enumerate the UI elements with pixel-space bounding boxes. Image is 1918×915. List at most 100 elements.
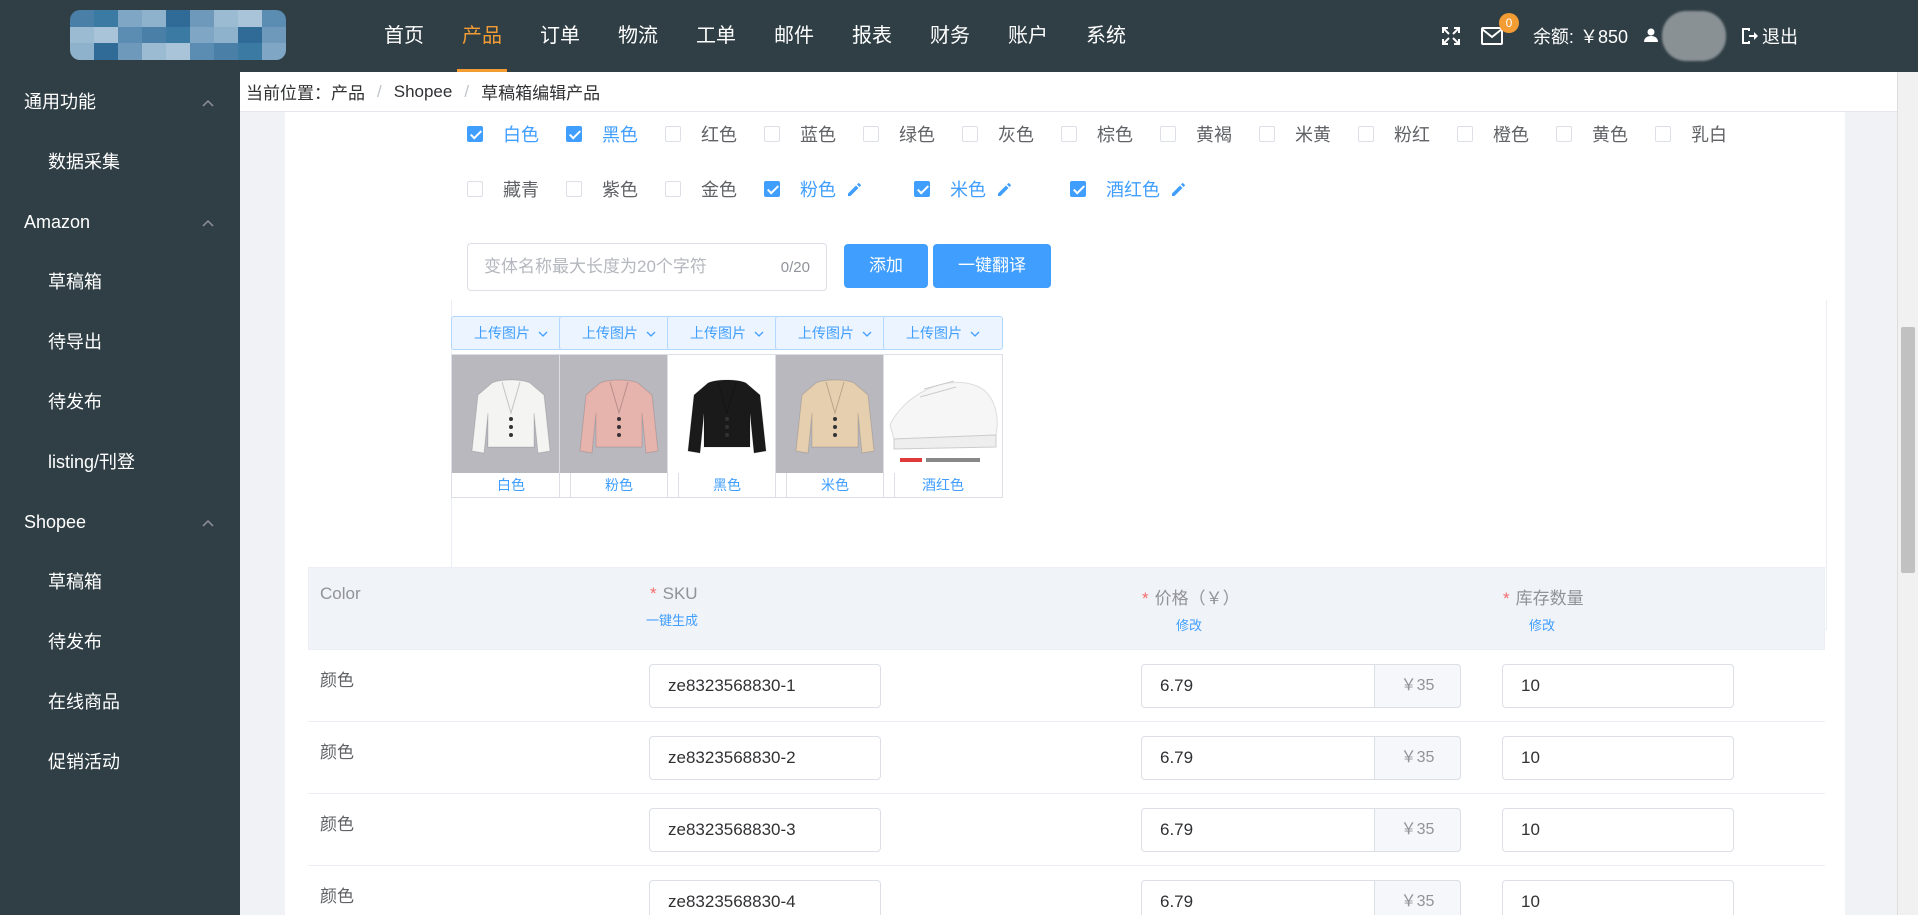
variant-image-card[interactable]: 酒红色 — [883, 354, 1003, 498]
checkbox-box[interactable] — [764, 181, 780, 197]
color-checkbox[interactable]: 黄色 — [1556, 121, 1628, 147]
checkbox-box[interactable] — [1259, 126, 1275, 142]
checkbox-box[interactable] — [1160, 126, 1176, 142]
checkbox-box[interactable] — [1655, 126, 1671, 142]
pencil-icon[interactable] — [846, 180, 864, 198]
sidebar-item[interactable]: 待发布 — [0, 372, 240, 432]
fullscreen-icon[interactable] — [1441, 26, 1461, 46]
sku-input[interactable]: ze8323568830-2 — [649, 736, 881, 780]
nav-item-7[interactable]: 财务 — [911, 0, 989, 72]
color-checkbox[interactable]: 酒红色 — [1070, 176, 1188, 202]
checkbox-box[interactable] — [962, 126, 978, 142]
stock-input[interactable]: 10 — [1502, 736, 1734, 780]
mail-icon[interactable]: 0 — [1480, 13, 1519, 45]
edit-price-link[interactable]: 修改 — [1176, 615, 1240, 634]
upload-image-dropdown[interactable]: 上传图片 — [667, 316, 787, 350]
nav-item-0[interactable]: 首页 — [365, 0, 443, 72]
nav-item-9[interactable]: 系统 — [1067, 0, 1145, 72]
variant-image-card[interactable]: 白色 — [451, 354, 571, 498]
color-checkbox[interactable]: 紫色 — [566, 176, 638, 202]
nav-item-5[interactable]: 邮件 — [755, 0, 833, 72]
color-checkbox[interactable]: 红色 — [665, 121, 737, 147]
price-input[interactable]: 6.79 — [1141, 664, 1375, 708]
checkbox-box[interactable] — [1070, 181, 1086, 197]
sidebar-item[interactable]: 促销活动 — [0, 732, 240, 792]
color-checkbox[interactable]: 棕色 — [1061, 121, 1133, 147]
logout-button[interactable]: 退出 — [1740, 23, 1798, 49]
color-checkbox[interactable]: 粉色 — [764, 176, 864, 202]
variant-name-field[interactable]: 0/20 — [467, 243, 827, 291]
checkbox-box[interactable] — [914, 181, 930, 197]
checkbox-box[interactable] — [467, 126, 483, 142]
sidebar-group[interactable]: 通用功能 — [0, 72, 240, 132]
color-checkbox[interactable]: 白色 — [467, 121, 539, 147]
edit-stock-link[interactable]: 修改 — [1529, 615, 1584, 634]
nav-item-2[interactable]: 订单 — [521, 0, 599, 72]
checkbox-box[interactable] — [566, 181, 582, 197]
color-checkbox[interactable]: 绿色 — [863, 121, 935, 147]
upload-image-dropdown[interactable]: 上传图片 — [775, 316, 895, 350]
sku-input[interactable]: ze8323568830-4 — [649, 880, 881, 915]
variant-name-input[interactable] — [484, 257, 781, 277]
color-checkbox[interactable]: 黄褐 — [1160, 121, 1232, 147]
color-checkbox[interactable]: 米色 — [914, 176, 1014, 202]
sidebar-item[interactable]: listing/刊登 — [0, 432, 240, 492]
translate-button[interactable]: 一键翻译 — [933, 244, 1051, 288]
sku-input[interactable]: ze8323568830-3 — [649, 808, 881, 852]
color-checkbox[interactable]: 橙色 — [1457, 121, 1529, 147]
sidebar-group[interactable]: Amazon — [0, 192, 240, 252]
avatar[interactable] — [1662, 11, 1726, 61]
checkbox-box[interactable] — [665, 126, 681, 142]
checkbox-box[interactable] — [665, 181, 681, 197]
variant-image-card[interactable]: 粉色 — [559, 354, 679, 498]
nav-item-6[interactable]: 报表 — [833, 0, 911, 72]
color-checkbox[interactable]: 藏青 — [467, 176, 539, 202]
scrollbar-thumb[interactable] — [1901, 327, 1915, 573]
color-checkbox[interactable]: 米黄 — [1259, 121, 1331, 147]
checkbox-box[interactable] — [1556, 126, 1572, 142]
pencil-icon[interactable] — [996, 180, 1014, 198]
checkbox-box[interactable] — [863, 126, 879, 142]
upload-image-dropdown[interactable]: 上传图片 — [559, 316, 679, 350]
nav-item-3[interactable]: 物流 — [599, 0, 677, 72]
nav-item-4[interactable]: 工单 — [677, 0, 755, 72]
sidebar-item[interactable]: 待导出 — [0, 312, 240, 372]
variant-image-card[interactable]: 黑色 — [667, 354, 787, 498]
color-checkbox[interactable]: 黑色 — [566, 121, 638, 147]
upload-image-dropdown[interactable]: 上传图片 — [883, 316, 1003, 350]
breadcrumb-item-shopee[interactable]: Shopee — [394, 82, 453, 102]
checkbox-box[interactable] — [1061, 126, 1077, 142]
upload-image-dropdown[interactable]: 上传图片 — [451, 316, 571, 350]
checkbox-box[interactable] — [764, 126, 780, 142]
price-input[interactable]: 6.79 — [1141, 736, 1375, 780]
breadcrumb-item-product[interactable]: 产品 — [331, 79, 365, 104]
generate-sku-link[interactable]: 一键生成 — [646, 610, 698, 629]
checkbox-box[interactable] — [566, 126, 582, 142]
color-checkbox[interactable]: 金色 — [665, 176, 737, 202]
pencil-icon[interactable] — [1170, 180, 1188, 198]
sidebar-item[interactable]: 在线商品 — [0, 672, 240, 732]
price-input[interactable]: 6.79 — [1141, 808, 1375, 852]
price-input[interactable]: 6.79 — [1141, 880, 1375, 915]
nav-item-1[interactable]: 产品 — [443, 0, 521, 72]
sidebar-item[interactable]: 待发布 — [0, 612, 240, 672]
sidebar-item[interactable]: 草稿箱 — [0, 552, 240, 612]
stock-input[interactable]: 10 — [1502, 880, 1734, 915]
color-checkbox[interactable]: 粉红 — [1358, 121, 1430, 147]
nav-item-8[interactable]: 账户 — [989, 0, 1067, 72]
sidebar-item[interactable]: 草稿箱 — [0, 252, 240, 312]
checkbox-box[interactable] — [467, 181, 483, 197]
checkbox-box[interactable] — [1358, 126, 1374, 142]
sidebar-item[interactable]: 数据采集 — [0, 132, 240, 192]
color-checkbox[interactable]: 蓝色 — [764, 121, 836, 147]
color-checkbox[interactable]: 灰色 — [962, 121, 1034, 147]
add-button[interactable]: 添加 — [844, 244, 928, 288]
sku-input[interactable]: ze8323568830-1 — [649, 664, 881, 708]
stock-input[interactable]: 10 — [1502, 664, 1734, 708]
checkbox-box[interactable] — [1457, 126, 1473, 142]
variant-image-card[interactable]: 米色 — [775, 354, 895, 498]
color-checkbox[interactable]: 乳白 — [1655, 121, 1727, 147]
page-scrollbar[interactable] — [1897, 72, 1918, 915]
stock-input[interactable]: 10 — [1502, 808, 1734, 852]
sidebar-group[interactable]: Shopee — [0, 492, 240, 552]
